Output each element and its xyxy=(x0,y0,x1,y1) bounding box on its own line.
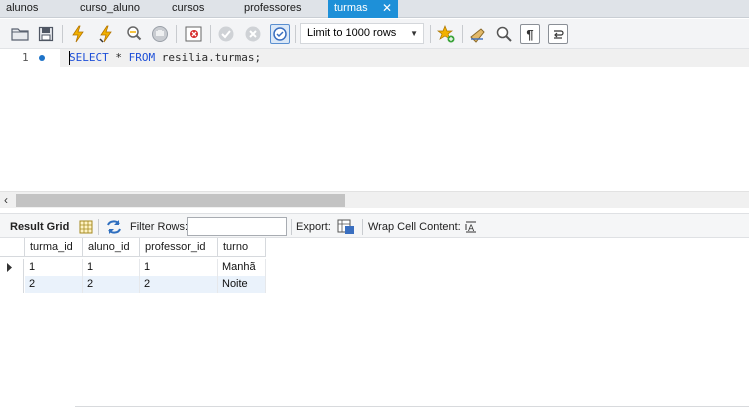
limit-rows-select[interactable]: Limit to 1000 rows ▼ xyxy=(300,23,424,44)
export-icon[interactable] xyxy=(336,217,356,237)
current-row-arrow-icon xyxy=(7,263,12,272)
table-name: resilia.turmas xyxy=(161,51,255,64)
wrap-icon[interactable] xyxy=(548,24,568,44)
tab-label: cursos xyxy=(172,2,205,14)
commit-icon[interactable] xyxy=(216,24,236,44)
row-selector[interactable] xyxy=(0,276,24,293)
text-caret xyxy=(69,51,70,65)
sql-statement[interactable]: SELECT * FROM resilia.turmas; xyxy=(69,51,261,64)
stop-icon[interactable] xyxy=(150,24,170,44)
sql-editor-toolbar: Limit to 1000 rows ▼ ¶ xyxy=(0,19,749,49)
row-selector[interactable] xyxy=(0,259,24,276)
result-toolbar: Result Grid Filter Rows: Export: Wrap Ce… xyxy=(0,213,749,238)
tab-curso-aluno[interactable]: curso_aluno xyxy=(74,0,166,18)
column-header[interactable]: aluno_id xyxy=(83,238,140,257)
filter-rows-label: Filter Rows: xyxy=(130,221,189,233)
tab-alunos[interactable]: alunos xyxy=(0,0,76,18)
column-header[interactable]: turma_id xyxy=(25,238,83,257)
table-cell[interactable]: Noite xyxy=(218,276,266,293)
tab-label: curso_aluno xyxy=(80,2,140,14)
execute-current-icon[interactable] xyxy=(96,24,116,44)
rollback-icon[interactable] xyxy=(243,24,263,44)
grid-layout-icon[interactable] xyxy=(76,217,96,237)
tab-turmas[interactable]: turmas ✕ xyxy=(328,0,398,18)
divider xyxy=(75,406,749,407)
keyword-select: SELECT xyxy=(69,51,109,64)
invisible-chars-icon[interactable]: ¶ xyxy=(520,24,540,44)
tab-label: turmas xyxy=(334,2,368,14)
line-number: 1 xyxy=(22,51,29,64)
wrap-cell-content-label: Wrap Cell Content: xyxy=(368,221,461,233)
scroll-left-icon[interactable]: ‹ xyxy=(4,193,8,207)
select-star: * xyxy=(108,51,129,64)
result-grid-button[interactable]: Result Grid xyxy=(10,221,69,233)
editor-horizontal-scrollbar[interactable]: ‹ xyxy=(0,191,749,208)
editor-tab-bar: alunos curso_aluno cursos professores tu… xyxy=(0,0,749,18)
table-cell[interactable]: Manhã xyxy=(218,259,266,276)
column-header[interactable]: turno xyxy=(218,238,266,257)
limit-rows-label: Limit to 1000 rows xyxy=(307,27,397,39)
table-cell[interactable]: 1 xyxy=(140,259,218,276)
filter-rows-input[interactable] xyxy=(187,217,287,236)
find-icon[interactable] xyxy=(494,24,514,44)
explain-icon[interactable] xyxy=(124,24,144,44)
autocommit-icon[interactable] xyxy=(270,24,290,44)
sql-editor[interactable]: 1 SELECT * FROM resilia.turmas; xyxy=(0,49,749,191)
export-label: Export: xyxy=(296,221,331,233)
toggle-error-icon[interactable] xyxy=(184,24,204,44)
close-icon[interactable]: ✕ xyxy=(382,0,392,17)
table-cell[interactable]: 1 xyxy=(25,259,83,276)
table-cell[interactable]: 2 xyxy=(25,276,83,293)
wrap-cell-icon[interactable]: A xyxy=(461,217,481,237)
tab-professores[interactable]: professores xyxy=(238,0,328,18)
table-cell[interactable]: 2 xyxy=(83,276,140,293)
table-cell[interactable]: 1 xyxy=(83,259,140,276)
save-icon[interactable] xyxy=(36,24,56,44)
tab-label: professores xyxy=(244,2,302,14)
column-header[interactable]: professor_id xyxy=(140,238,218,257)
open-folder-icon[interactable] xyxy=(10,24,30,44)
beautify-icon[interactable] xyxy=(436,24,456,44)
keyword-from: FROM xyxy=(128,51,156,64)
tab-cursos[interactable]: cursos xyxy=(166,0,238,18)
refresh-icon[interactable] xyxy=(104,217,124,237)
row-header-corner xyxy=(0,238,25,257)
tab-label: alunos xyxy=(6,2,39,14)
table-cell[interactable]: 2 xyxy=(140,276,218,293)
statement-marker-icon xyxy=(39,55,45,61)
execute-icon[interactable] xyxy=(68,24,88,44)
scrollbar-thumb[interactable] xyxy=(16,194,345,207)
brush-icon[interactable] xyxy=(468,24,488,44)
svg-text:A: A xyxy=(468,224,475,234)
chevron-down-icon: ▼ xyxy=(410,29,418,38)
statement-terminator: ; xyxy=(254,51,262,64)
